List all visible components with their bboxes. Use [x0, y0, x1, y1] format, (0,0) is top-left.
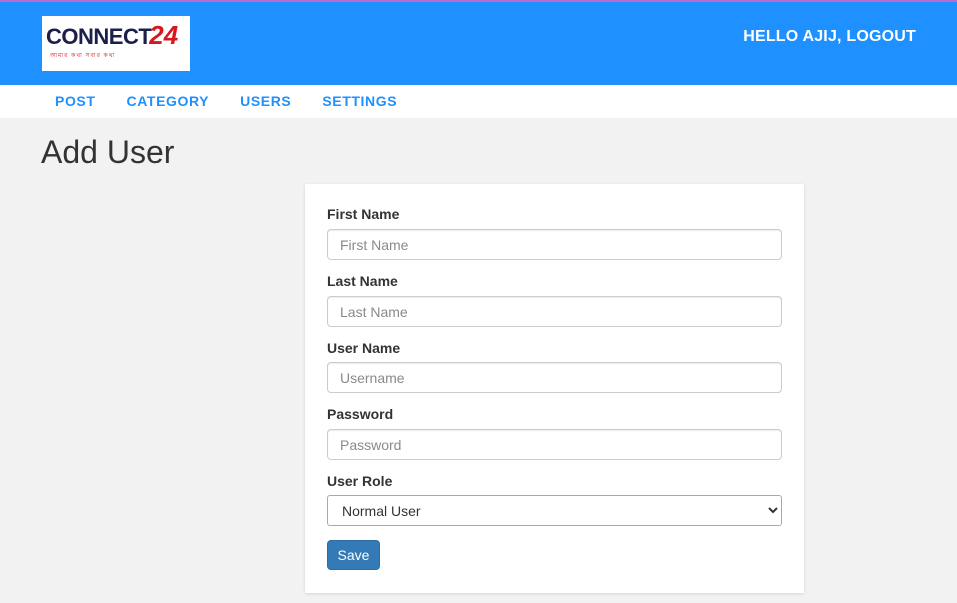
- nav-item-post: POST: [40, 85, 112, 118]
- last-name-input[interactable]: [327, 296, 782, 327]
- page-title: Add User: [41, 134, 175, 170]
- user-greeting: HELLO AJIJ, LOGOUT: [743, 28, 916, 46]
- nav-link-users[interactable]: USERS: [225, 85, 307, 118]
- nav-item-users: USERS: [225, 85, 307, 118]
- nav-list: POST CATEGORY USERS SETTINGS: [0, 85, 957, 118]
- username-input[interactable]: [327, 362, 782, 393]
- logo-tagline: আমার কথা সবার কথা: [50, 53, 116, 59]
- logo-text: CONNECT: [46, 24, 152, 49]
- nav-item-settings: SETTINGS: [307, 85, 413, 118]
- first-name-input[interactable]: [327, 229, 782, 260]
- password-input[interactable]: [327, 429, 782, 460]
- user-name-label: User Name: [327, 340, 401, 356]
- user-role-label: User Role: [327, 473, 393, 489]
- site-header: CONNECT 24 আমার কথা সবার কথা HELLO AJIJ,…: [0, 0, 957, 85]
- logo-number: 24: [149, 20, 179, 50]
- first-name-label: First Name: [327, 206, 400, 222]
- add-user-form: First Name Last Name User Name Password …: [305, 184, 804, 593]
- main-nav: POST CATEGORY USERS SETTINGS: [0, 85, 957, 118]
- greeting-text: HELLO AJIJ,: [743, 28, 842, 45]
- nav-link-settings[interactable]: SETTINGS: [307, 85, 413, 118]
- password-label: Password: [327, 406, 394, 422]
- nav-link-post[interactable]: POST: [40, 85, 112, 118]
- nav-link-category[interactable]: CATEGORY: [112, 85, 226, 118]
- logout-link[interactable]: LOGOUT: [846, 28, 916, 45]
- save-button[interactable]: Save: [327, 540, 380, 570]
- nav-item-category: CATEGORY: [112, 85, 226, 118]
- site-logo[interactable]: CONNECT 24 আমার কথা সবার কথা: [42, 16, 190, 71]
- last-name-label: Last Name: [327, 273, 398, 289]
- logo-wordmark: CONNECT 24: [46, 22, 186, 48]
- user-role-select[interactable]: Normal User: [327, 495, 782, 526]
